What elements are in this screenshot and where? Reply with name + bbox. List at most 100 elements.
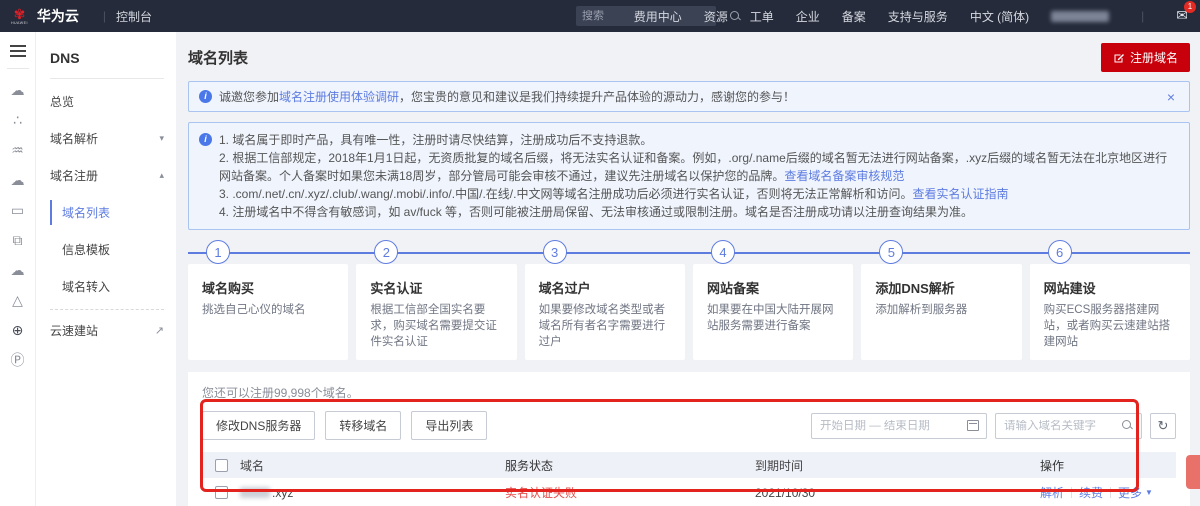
date-range-input[interactable] bbox=[812, 419, 960, 432]
nav-item-support[interactable]: 支持与服务 bbox=[888, 8, 948, 25]
sidebar-title: DNS bbox=[50, 50, 80, 66]
huawei-flower-icon: ✾ bbox=[13, 6, 26, 22]
rules-line-2: 2. 根据工信部规定，2018年1月1日起，无资质批复的域名后缀，将无法实名认证… bbox=[219, 151, 1168, 183]
domain-name-blurred bbox=[240, 487, 270, 498]
step-card-icp: 4 网站备案 如果要在中国大陆开展网站服务需要进行备案 bbox=[692, 240, 854, 360]
keyword-filter bbox=[995, 412, 1142, 439]
nav-item-language[interactable]: 中文 (简体) bbox=[970, 8, 1029, 25]
date-range-filter bbox=[811, 412, 987, 439]
huawei-logo: ✾ HUAWEI bbox=[10, 7, 29, 25]
feedback-widget[interactable] bbox=[1186, 455, 1200, 489]
quota-text: 您还可以注册99,998个域名。 bbox=[202, 386, 359, 400]
external-link-icon: ↗ bbox=[154, 325, 164, 337]
copy-icon[interactable]: ⧉ bbox=[13, 225, 23, 255]
nav-divider: | bbox=[1141, 9, 1145, 23]
beacon-icon[interactable]: △ bbox=[12, 285, 23, 315]
step-card-dns: 5 添加DNS解析 添加解析到服务器 bbox=[861, 240, 1022, 360]
huawei-logo-word: HUAWEI bbox=[10, 20, 28, 25]
calendar-icon[interactable] bbox=[967, 420, 979, 431]
table-row[interactable]: .xyz 实名认证失败 2021/10/30 解析 续费 更多 ▼ bbox=[202, 478, 1176, 506]
domain-list-panel: 您还可以注册99,998个域名。 修改DNS服务器 转移域名 导出列表 ↻ 域名 bbox=[188, 372, 1190, 506]
survey-notice-banner: i 诚邀您参加域名注册使用体验调研，您宝贵的意见和建议是我们持续提升产品体验的源… bbox=[188, 81, 1190, 112]
rules-line-1: 1. 域名属于即时产品，具有唯一性，注册时请尽快结算，注册成功后不支持退款。 bbox=[219, 133, 653, 147]
rules-notice-banner: i 1. 域名属于即时产品，具有唯一性，注册时请尽快结算，注册成功后不支持退款。… bbox=[188, 122, 1190, 230]
nav-item-icp[interactable]: 备案 bbox=[842, 8, 866, 25]
step-card-realname: 2 实名认证 根据工信部全国实名要求，购买域名需要提交证件实名认证 bbox=[356, 240, 517, 360]
sidebar: DNS 总览 域名解析 ▾ 域名注册 ▴ 域名列表 信息模板 域名转入 云速建站… bbox=[36, 32, 176, 506]
cloud-service-icon[interactable]: ☁ bbox=[11, 165, 25, 195]
modify-dns-button[interactable]: 修改DNS服务器 bbox=[202, 411, 316, 440]
action-divider bbox=[1071, 487, 1073, 498]
col-header-domain: 域名 bbox=[240, 458, 265, 473]
cloud-console-icon[interactable]: ☁ bbox=[11, 75, 25, 105]
nav-item-billing[interactable]: 费用中心 bbox=[634, 8, 682, 25]
step-card-transfer-owner: 3 域名过户 如果要修改域名类型或者域名所有者名字需要进行过户 bbox=[524, 240, 685, 360]
resolve-link[interactable]: 解析 bbox=[1040, 484, 1064, 501]
sidebar-item-info-template[interactable]: 信息模板 bbox=[36, 231, 176, 268]
sidebar-item-domain-register[interactable]: 域名注册 ▴ bbox=[36, 157, 176, 194]
globe-dns-icon[interactable]: ⊕ bbox=[12, 315, 24, 345]
survey-notice-text: 诚邀您参加域名注册使用体验调研，您宝贵的意见和建议是我们持续提升产品体验的源动力… bbox=[219, 90, 796, 104]
chevron-down-icon: ▾ bbox=[159, 133, 164, 143]
sidebar-item-domain-list[interactable]: 域名列表 bbox=[36, 194, 176, 231]
main-content: 域名列表 注册域名 i 诚邀您参加域名注册使用体验调研，您宝贵的意见和建议是我们… bbox=[176, 32, 1200, 506]
select-all-checkbox[interactable] bbox=[214, 458, 228, 472]
rail-divider bbox=[6, 68, 29, 69]
sidebar-dashed-divider bbox=[50, 309, 164, 310]
step-number: 4 bbox=[710, 240, 735, 264]
rules-line-3: 3. .com/.net/.cn/.xyz/.club/.wang/.mobi/… bbox=[219, 187, 1009, 201]
step-number: 2 bbox=[374, 240, 399, 264]
export-list-button[interactable]: 导出列表 bbox=[411, 411, 488, 440]
step-number: 6 bbox=[1047, 240, 1072, 264]
more-dropdown[interactable]: 更多 bbox=[1118, 484, 1142, 501]
keyword-search-input[interactable] bbox=[996, 419, 1114, 432]
table-header-row: 域名 服务状态 到期时间 操作 bbox=[202, 452, 1176, 478]
nav-item-tickets[interactable]: 工单 bbox=[750, 8, 774, 25]
close-icon[interactable]: × bbox=[1163, 89, 1179, 105]
sidebar-item-domain-resolution[interactable]: 域名解析 ▾ bbox=[36, 120, 176, 157]
info-icon: i bbox=[199, 133, 212, 146]
sidebar-item-domain-transfer-in[interactable]: 域名转入 bbox=[36, 268, 176, 305]
domain-cell: .xyz bbox=[240, 486, 505, 500]
icp-review-link[interactable]: 查看域名备案审核规范 bbox=[784, 169, 904, 183]
sidebar-item-overview[interactable]: 总览 bbox=[36, 83, 176, 120]
steps-connector-line bbox=[188, 252, 1190, 254]
service-rail: ☁ ∴ ♒ ☁ ▭ ⧉ ☁ △ ⊕ Ⓟ bbox=[0, 32, 36, 506]
brand-name[interactable]: 华为云 bbox=[37, 6, 79, 26]
messages-button[interactable]: ✉ 1 bbox=[1176, 1, 1196, 25]
survey-link[interactable]: 域名注册使用体验调研 bbox=[279, 90, 399, 104]
info-icon: i bbox=[199, 90, 212, 103]
row-checkbox[interactable] bbox=[214, 486, 228, 499]
register-icon bbox=[1114, 53, 1124, 62]
col-header-expire: 到期时间 bbox=[755, 458, 804, 473]
cloud-sync-icon[interactable]: ☁ bbox=[11, 255, 25, 285]
status-badge: 实名认证失败 bbox=[505, 486, 578, 500]
refresh-icon: ↻ bbox=[1157, 417, 1169, 433]
renew-link[interactable]: 续费 bbox=[1079, 484, 1103, 501]
step-card-purchase: 1 域名购买 挑选自己心仪的域名 bbox=[188, 240, 349, 360]
nav-item-resources[interactable]: 资源 bbox=[704, 8, 728, 25]
col-header-actions: 操作 bbox=[1040, 458, 1065, 473]
hamburger-menu-icon[interactable] bbox=[9, 42, 26, 60]
waves-icon[interactable]: ♒ bbox=[11, 135, 24, 165]
chevron-down-icon: ▼ bbox=[1145, 488, 1153, 497]
domain-suffix: .xyz bbox=[272, 485, 294, 500]
realname-guide-link[interactable]: 查看实名认证指南 bbox=[912, 187, 1008, 201]
account-name-blurred[interactable] bbox=[1051, 10, 1110, 22]
step-card-website: 6 网站建设 购买ECS服务器搭建网站，或者购买云速建站搭建网站 bbox=[1029, 240, 1190, 360]
nav-item-enterprise[interactable]: 企业 bbox=[796, 8, 820, 25]
transfer-domain-button[interactable]: 转移域名 bbox=[325, 411, 402, 440]
users-icon[interactable]: ∴ bbox=[13, 105, 22, 135]
step-number: 3 bbox=[542, 240, 567, 264]
device-icon[interactable]: ▭ bbox=[11, 195, 24, 225]
ip-icon[interactable]: Ⓟ bbox=[11, 345, 25, 375]
sidebar-item-site-builder[interactable]: 云速建站 ↗ bbox=[36, 312, 176, 349]
step-number: 5 bbox=[879, 240, 904, 264]
console-link[interactable]: 控制台 bbox=[116, 8, 152, 25]
domain-table: 域名 服务状态 到期时间 操作 .xyz 实名认证失败 2021/10/30 解… bbox=[202, 452, 1176, 506]
rules-line-4: 4. 注册域名中不得含有敏感词，如 av/fuck 等，否则可能被注册局保留、无… bbox=[219, 205, 974, 219]
action-divider bbox=[1110, 487, 1112, 498]
register-domain-button[interactable]: 注册域名 bbox=[1100, 43, 1190, 72]
refresh-button[interactable]: ↻ bbox=[1150, 412, 1176, 439]
search-icon[interactable] bbox=[1122, 420, 1133, 431]
